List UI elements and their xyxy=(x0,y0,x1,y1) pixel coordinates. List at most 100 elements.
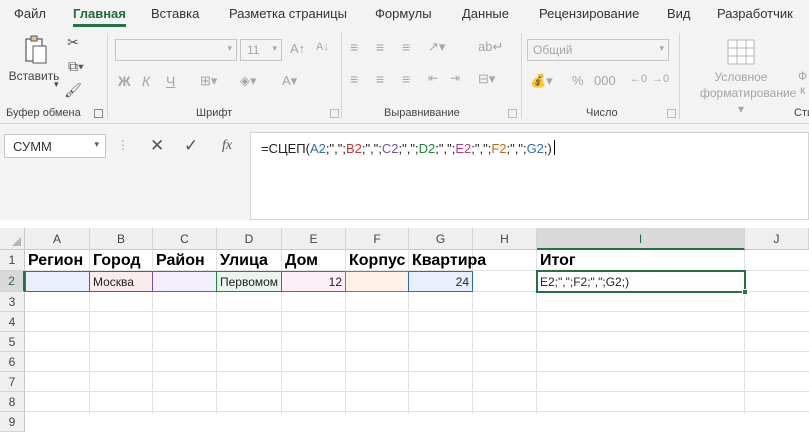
cell-f1[interactable]: Корпус xyxy=(349,252,409,270)
cell-i1[interactable]: Итог xyxy=(540,252,745,270)
alignment-group-label: Выравнивание xyxy=(384,107,460,119)
tab-developer[interactable]: Разработчик xyxy=(717,6,793,21)
cell-b2[interactable]: Москва xyxy=(91,272,152,292)
decrease-indent-icon[interactable]: ⇤ xyxy=(428,71,438,85)
row-header-6[interactable]: 6 xyxy=(0,352,25,372)
row-header-3[interactable]: 3 xyxy=(0,292,25,312)
row-header-9[interactable]: 9 xyxy=(0,412,25,432)
increase-indent-icon[interactable]: ⇥ xyxy=(450,71,460,85)
paste-dropdown-icon[interactable]: ▾ xyxy=(54,79,59,90)
row-header-8[interactable]: 8 xyxy=(0,392,25,412)
drag-handle-icon[interactable]: ⋮ xyxy=(117,138,129,152)
cell-a1[interactable]: Регион xyxy=(28,252,90,270)
cell-c1[interactable]: Район xyxy=(156,252,217,270)
font-launcher-icon[interactable] xyxy=(330,109,339,118)
cell-d1[interactable]: Улица xyxy=(220,252,282,270)
cancel-icon[interactable]: ✕ xyxy=(150,136,164,156)
tab-home[interactable]: Главная xyxy=(73,6,126,27)
thousands-separator-icon[interactable]: 000 xyxy=(594,73,616,88)
tab-data[interactable]: Данные xyxy=(462,6,509,21)
align-middle-icon[interactable]: ≡ xyxy=(376,39,384,55)
row-header-7[interactable]: 7 xyxy=(0,372,25,392)
tab-page-layout[interactable]: Разметка страницы xyxy=(229,6,347,21)
cell-e1[interactable]: Дом xyxy=(285,252,346,270)
clipboard-group-label: Буфер обмена xyxy=(6,107,81,119)
column-header-i[interactable]: I xyxy=(537,228,745,250)
cell-d2[interactable]: Первомом xyxy=(218,272,281,292)
column-header-a[interactable]: A xyxy=(25,228,90,250)
column-header-e[interactable]: E xyxy=(282,228,346,250)
cell-g2[interactable]: 24 xyxy=(410,272,471,292)
grow-font-icon[interactable]: A↑ xyxy=(290,41,305,56)
align-left-icon[interactable]: ≡ xyxy=(350,71,358,87)
row-header-1[interactable]: 1 xyxy=(0,250,25,271)
font-name-select[interactable]: ▾ xyxy=(115,39,237,61)
italic-button[interactable]: К xyxy=(142,73,150,89)
format-as-table-button[interactable]: Фк xyxy=(798,69,807,97)
currency-icon[interactable]: 💰▾ xyxy=(530,73,553,89)
paste-button[interactable]: Вставить xyxy=(8,69,60,83)
fill-handle[interactable] xyxy=(742,289,748,295)
gridline xyxy=(25,371,809,372)
column-header-f[interactable]: F xyxy=(346,228,409,250)
align-right-icon[interactable]: ≡ xyxy=(402,71,410,87)
worksheet-grid[interactable]: A B C D E F G H I J 1 2 3 4 5 6 7 8 9 Ре… xyxy=(0,228,809,432)
cut-icon[interactable]: ✂ xyxy=(64,33,82,51)
select-all-button[interactable] xyxy=(0,228,25,250)
tab-formulas[interactable]: Формулы xyxy=(375,6,432,21)
ref-highlight-c2 xyxy=(152,271,217,292)
increase-decimal-icon[interactable]: ←0 xyxy=(630,73,647,85)
merge-center-icon[interactable]: ⊟▾ xyxy=(478,71,495,87)
clipboard-launcher-icon[interactable] xyxy=(94,109,103,118)
active-cell-i2[interactable]: E2;",";F2;",";G2;) xyxy=(536,270,748,295)
row-header-4[interactable]: 4 xyxy=(0,312,25,332)
number-launcher-icon[interactable] xyxy=(667,109,676,118)
gridline xyxy=(25,391,809,392)
group-divider xyxy=(521,33,522,119)
orientation-icon[interactable]: ↗▾ xyxy=(428,39,445,55)
formula-input[interactable]: =СЦЕП(A2;",";B2;",";C2;",";D2;",";E2;","… xyxy=(250,132,809,220)
align-top-icon[interactable]: ≡ xyxy=(350,39,358,55)
column-header-h[interactable]: H xyxy=(473,228,537,250)
wrap-text-icon[interactable]: ab↵ xyxy=(478,39,503,55)
gridline xyxy=(25,351,809,352)
chevron-down-icon: ▾ xyxy=(94,139,99,149)
column-header-b[interactable]: B xyxy=(90,228,153,250)
column-header-g[interactable]: G xyxy=(409,228,473,250)
borders-icon[interactable]: ⊞▾ xyxy=(200,73,217,89)
formula-controls: ✕ ✓ fx xyxy=(138,134,250,158)
column-header-d[interactable]: D xyxy=(217,228,282,250)
align-center-icon[interactable]: ≡ xyxy=(376,71,384,87)
cell-e2[interactable]: 12 xyxy=(283,272,344,292)
font-color-icon[interactable]: A▾ xyxy=(282,73,297,89)
enter-icon[interactable]: ✓ xyxy=(184,136,198,156)
insert-function-button[interactable]: fx xyxy=(222,138,232,154)
row-header-5[interactable]: 5 xyxy=(0,332,25,352)
column-header-c[interactable]: C xyxy=(153,228,217,250)
underline-button[interactable]: Ч xyxy=(166,73,175,89)
alignment-launcher-icon[interactable] xyxy=(508,109,517,118)
tab-review[interactable]: Рецензирование xyxy=(539,6,639,21)
font-size-select[interactable]: 11 ▾ xyxy=(240,39,282,61)
paste-icon[interactable] xyxy=(20,33,52,67)
number-format-select[interactable]: Общий ▾ xyxy=(527,39,669,61)
row-header-2[interactable]: 2 xyxy=(0,271,25,292)
text-cursor xyxy=(553,140,555,155)
column-header-j[interactable]: J xyxy=(745,228,809,250)
cell-g1[interactable]: Квартира xyxy=(412,252,537,270)
align-bottom-icon[interactable]: ≡ xyxy=(402,39,410,55)
copy-icon[interactable]: ⧉▾ xyxy=(62,57,90,75)
conditional-formatting-icon[interactable] xyxy=(726,37,756,67)
conditional-formatting-button[interactable]: Условное форматирование ▾ xyxy=(700,69,796,117)
percent-icon[interactable]: % xyxy=(572,73,584,88)
tab-insert[interactable]: Вставка xyxy=(151,6,199,21)
tab-view[interactable]: Вид xyxy=(667,6,691,21)
tab-file[interactable]: Файл xyxy=(14,6,46,21)
fill-color-icon[interactable]: ◈▾ xyxy=(240,73,257,89)
shrink-font-icon[interactable]: A↓ xyxy=(316,41,329,53)
name-box[interactable]: СУММ ▾ xyxy=(4,134,106,158)
bold-button[interactable]: Ж xyxy=(118,73,131,89)
cell-b1[interactable]: Город xyxy=(93,252,153,270)
format-painter-icon[interactable]: 🖌 xyxy=(64,81,82,99)
decrease-decimal-icon[interactable]: →0 xyxy=(652,73,669,85)
